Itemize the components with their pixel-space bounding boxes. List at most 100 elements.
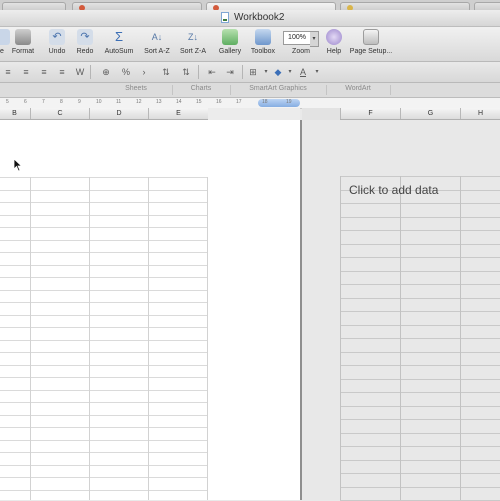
increase-indent-icon[interactable]: ⇥ — [224, 66, 236, 78]
grid-row-line — [0, 202, 208, 203]
ribbon-tab-smartart[interactable]: SmartArt Graphics — [230, 85, 327, 95]
grid-row-line — [340, 284, 500, 285]
column-header-b[interactable]: B — [0, 108, 30, 119]
grid-row-line — [0, 214, 208, 216]
grid-row-line — [0, 402, 208, 403]
page-setup-icon — [363, 29, 379, 45]
redo-button[interactable]: ↷ Redo — [70, 27, 100, 61]
column-header-g[interactable]: G — [400, 108, 460, 119]
currency-icon[interactable]: ⊕ — [100, 66, 112, 78]
grid-row-line — [340, 486, 500, 488]
borders-icon[interactable]: ⊞ — [247, 66, 259, 78]
align-left-icon[interactable]: ≡ — [2, 66, 14, 78]
ruler-number: 16 — [216, 99, 222, 105]
grid-row-line — [340, 324, 500, 326]
ribbon-tab-wordart[interactable]: WordArt — [326, 85, 391, 95]
mouse-pointer-icon — [13, 158, 23, 172]
document-icon — [221, 12, 229, 23]
zoom-input[interactable]: 100% — [283, 31, 311, 45]
redo-icon: ↷ — [77, 29, 93, 45]
fill-color-icon[interactable]: ◆ — [272, 66, 284, 78]
grid-row-line — [0, 489, 208, 491]
ruler-number: 5 — [6, 99, 9, 105]
undo-button[interactable]: ↶ Undo — [42, 27, 72, 61]
grid-row-line — [340, 311, 500, 312]
grid-row-line — [340, 203, 500, 204]
column-header-c[interactable]: C — [30, 108, 89, 119]
toolbar-divider — [90, 65, 91, 79]
column-header-h[interactable]: H — [460, 108, 500, 119]
grid-row-line — [0, 439, 208, 441]
grid-row-line — [0, 289, 208, 291]
ruler-number: 19 — [286, 99, 292, 105]
grid-column-line — [340, 176, 341, 500]
grid-row-line — [0, 364, 208, 366]
chevron-down-icon[interactable]: ▾ — [311, 66, 323, 78]
comma-style-icon[interactable]: › — [138, 66, 150, 78]
font-color-icon[interactable]: A — [297, 66, 309, 78]
cell-grid[interactable] — [0, 177, 208, 500]
undo-icon: ↶ — [49, 29, 65, 45]
ribbon-tab-sheets[interactable]: Sheets — [100, 85, 173, 95]
grid-row-line — [340, 365, 500, 366]
column-header-f[interactable]: F — [340, 108, 400, 119]
format-button[interactable]: Format — [8, 27, 38, 61]
grid-row-line — [340, 270, 500, 272]
gallery-button[interactable]: Gallery — [214, 27, 246, 61]
sort-za-button[interactable]: Z↓ Sort Z-A — [175, 27, 211, 61]
gallery-icon — [222, 29, 238, 45]
autosum-button[interactable]: Σ AutoSum — [101, 27, 137, 61]
grid-row-line — [0, 277, 208, 278]
grid-row-line — [340, 216, 500, 218]
chevron-down-icon[interactable]: ▾ — [310, 31, 319, 47]
grid-row-line — [0, 189, 208, 191]
toolbar-label: AutoSum — [104, 48, 134, 55]
decrease-indent-icon[interactable]: ⇤ — [206, 66, 218, 78]
grid-row-line — [340, 419, 500, 420]
align-center-icon[interactable]: ≡ — [20, 66, 32, 78]
ribbon-tab-charts[interactable]: Charts — [172, 85, 231, 95]
grid-row-line — [0, 427, 208, 428]
ruler-number: 6 — [24, 99, 27, 105]
grid-row-line — [0, 464, 208, 466]
ruler-number: 15 — [196, 99, 202, 105]
grid-column-line — [30, 177, 31, 500]
grid-row-line — [0, 389, 208, 391]
grid-row-line — [340, 378, 500, 380]
wrap-text-icon[interactable]: W — [74, 66, 86, 78]
right-page — [302, 120, 500, 501]
formatting-toolbar: ≡ ≡ ≡ ≡ W ⊕ % › ⇅ ⇅ ⇤ ⇥ ⊞ ▾ ◆ ▾ A ▾ — [0, 62, 500, 83]
percent-icon[interactable]: % — [120, 66, 132, 78]
increase-decimal-icon[interactable]: ⇅ — [160, 66, 172, 78]
grid-row-line — [0, 352, 208, 353]
ruler-number: 17 — [236, 99, 242, 105]
ruler-number: 9 — [78, 99, 81, 105]
grid-row-line — [0, 177, 208, 178]
ruler-number: 18 — [262, 99, 268, 105]
sort-az-button[interactable]: A↓ Sort A-Z — [139, 27, 175, 61]
chevron-down-icon[interactable]: ▾ — [284, 66, 296, 78]
toolbar-label: Zoom — [292, 48, 310, 55]
justify-icon[interactable]: ≡ — [56, 66, 68, 78]
column-header-e[interactable]: E — [148, 108, 208, 119]
help-button[interactable]: Help — [323, 27, 345, 61]
cell-grid[interactable] — [340, 176, 500, 501]
chevron-down-icon[interactable]: ▾ — [260, 66, 272, 78]
toolbar-label: Sort A-Z — [144, 48, 170, 55]
click-to-add-data-label[interactable]: Click to add data — [349, 183, 438, 197]
toolbox-button[interactable]: Toolbox — [246, 27, 280, 61]
grid-row-line — [340, 432, 500, 434]
grid-row-line — [340, 297, 500, 299]
toolbar-label: Gallery — [218, 48, 242, 55]
column-header-d[interactable]: D — [89, 108, 148, 119]
help-icon — [326, 29, 342, 45]
toolbar-divider — [198, 65, 199, 79]
decrease-decimal-icon[interactable]: ⇅ — [180, 66, 192, 78]
title-bar: Workbook2 — [0, 10, 500, 27]
grid-column-line — [460, 176, 461, 500]
column-header-row: F G H — [340, 108, 500, 120]
toolbar-label: Sort Z-A — [179, 48, 207, 55]
page-setup-button[interactable]: Page Setup... — [345, 27, 397, 61]
toolbar-label: Page Setup... — [349, 48, 393, 55]
align-right-icon[interactable]: ≡ — [38, 66, 50, 78]
